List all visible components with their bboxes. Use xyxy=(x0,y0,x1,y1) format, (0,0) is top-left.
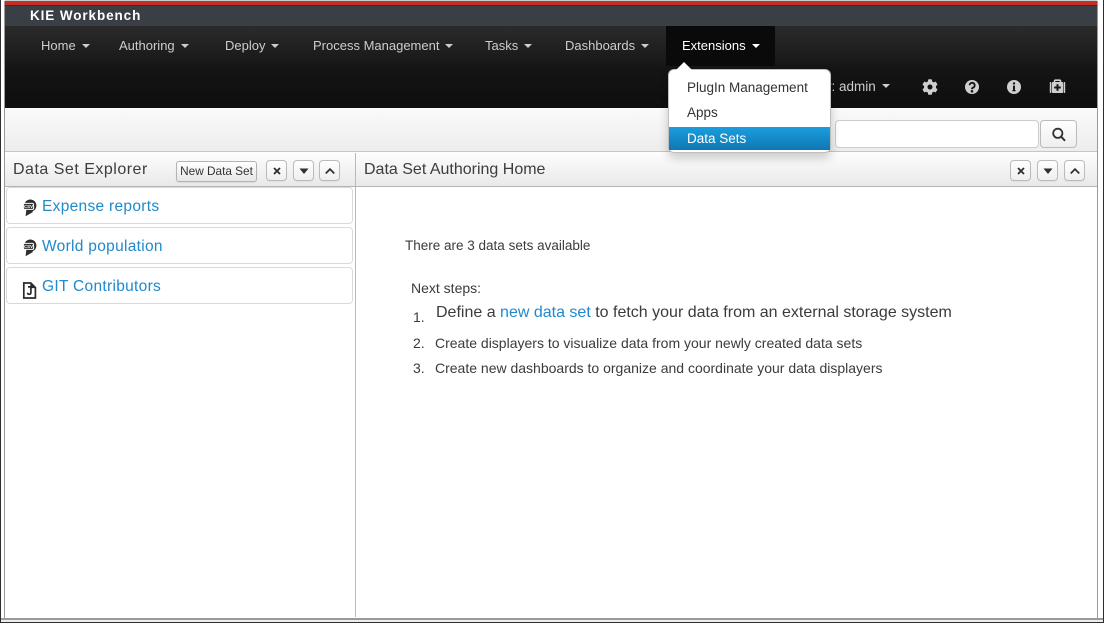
svg-text:CSV: CSV xyxy=(24,244,33,249)
svg-text:CSV: CSV xyxy=(24,204,33,209)
